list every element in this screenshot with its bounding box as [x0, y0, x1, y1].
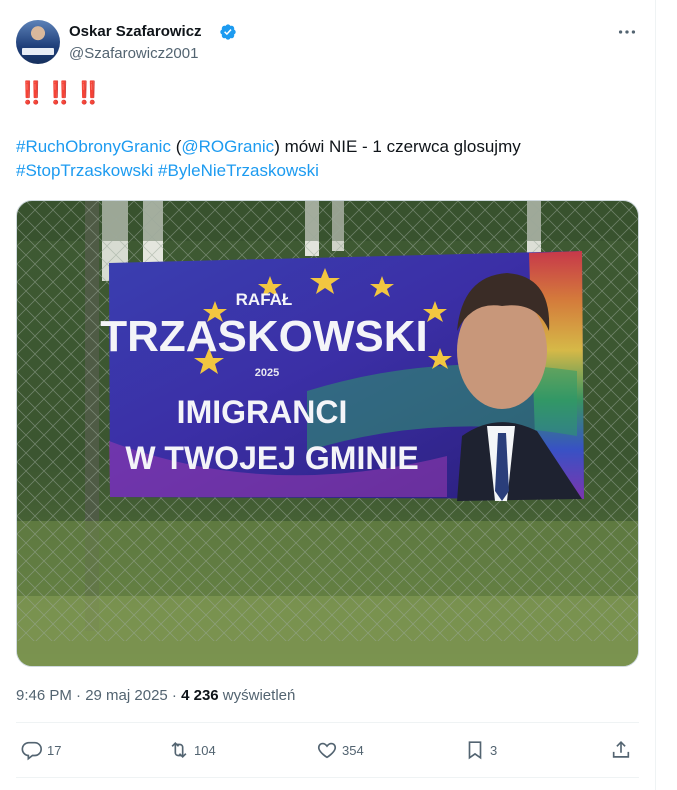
banner-line2: W TWOJEJ GMINIE	[125, 440, 418, 476]
photo-scene: RAFAŁ TRZASKOWSKI 2025 IMIGRANCI W TWOJE…	[17, 201, 638, 666]
more-options-icon[interactable]	[616, 21, 638, 43]
repost-icon	[171, 741, 187, 759]
divider	[16, 722, 639, 723]
divider	[16, 777, 639, 778]
heart-icon	[317, 742, 337, 759]
tweet-meta: 9:46 PM · 29 maj 2025 · 4 236 wyświetleń	[16, 687, 295, 704]
author-name[interactable]: Oskar Szafarowicz	[69, 23, 202, 40]
like-count: 354	[342, 742, 364, 758]
reply-icon	[21, 741, 42, 761]
author-handle[interactable]: @Szafarowicz2001	[69, 45, 198, 62]
hashtag-link[interactable]: #StopTrzaskowski	[16, 161, 153, 180]
repost-button[interactable]: 104	[168, 737, 216, 763]
hashtag-link[interactable]: #ByleNieTrzaskowski	[158, 161, 319, 180]
verified-badge-icon	[220, 24, 236, 40]
views-count: 4 236	[181, 687, 219, 704]
tweet-text: #RuchObronyGranic (@ROGranic) mówi NIE -…	[16, 135, 636, 183]
tweet-photo[interactable]: RAFAŁ TRZASKOWSKI 2025 IMIGRANCI W TWOJE…	[16, 200, 639, 667]
reply-count: 17	[47, 742, 62, 758]
banner-year: 2025	[255, 367, 279, 379]
avatar[interactable]	[16, 20, 60, 64]
share-icon	[612, 741, 630, 758]
text-fragment: (	[170, 137, 182, 156]
bookmark-count: 3	[490, 742, 498, 758]
column-border	[655, 0, 656, 790]
timestamp[interactable]: 9:46 PM · 29 maj 2025 ·	[16, 687, 181, 704]
emphasis-emoji: ‼️‼️‼️	[18, 80, 104, 105]
banner-firstname: RAFAŁ	[236, 290, 293, 309]
bookmark-icon	[468, 741, 482, 760]
share-button[interactable]	[610, 737, 636, 763]
repost-count: 104	[194, 742, 216, 758]
views-label: wyświetleń	[218, 687, 296, 704]
banner-line1: IMIGRANCI	[177, 394, 348, 430]
bookmark-button[interactable]: 3	[464, 737, 497, 763]
hashtag-link[interactable]: #RuchObronyGranic	[16, 137, 171, 156]
mention-link[interactable]: @ROGranic	[181, 137, 274, 156]
text-fragment: ) mówi NIE - 1 czerwca glosujmy	[274, 137, 521, 156]
reply-button[interactable]: 17	[21, 737, 61, 763]
like-button[interactable]: 354	[316, 737, 364, 763]
banner-surname: TRZASKOWSKI	[100, 312, 428, 361]
